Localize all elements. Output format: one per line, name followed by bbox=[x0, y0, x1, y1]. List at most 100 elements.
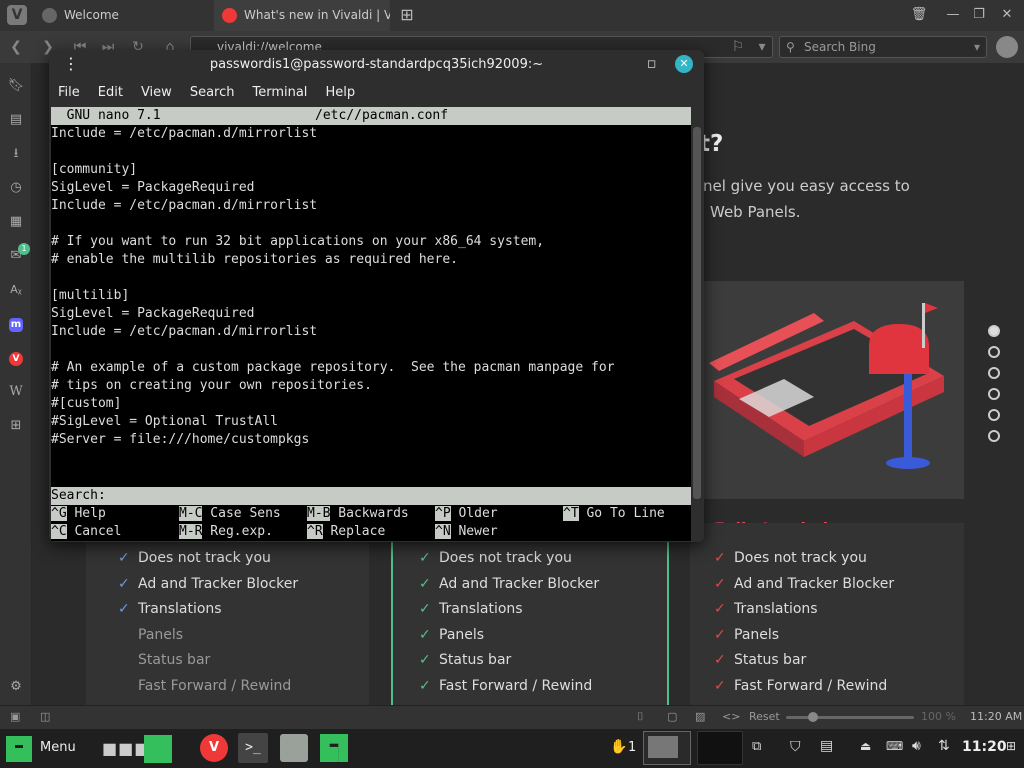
window-switcher-icon[interactable]: ⧉ bbox=[752, 739, 761, 754]
browser-status-bar: ▣ ◫ ⌷ ▢ ▨ <> Reset 100 % 11:20 AM bbox=[0, 705, 1024, 729]
new-tab-icon[interactable]: ⊞ bbox=[398, 6, 416, 24]
maximize-icon[interactable]: ❐ bbox=[970, 6, 988, 24]
nano-search-prompt[interactable]: Search: bbox=[51, 487, 691, 505]
minimize-icon[interactable]: — bbox=[944, 6, 962, 24]
nano-line: [community] bbox=[51, 162, 138, 177]
status-clock: 11:20 AM bbox=[970, 710, 1023, 723]
panel-toggle-icon[interactable]: ▣ bbox=[10, 710, 20, 723]
manjaro-settings-icon[interactable] bbox=[320, 734, 348, 762]
file-manager-icon[interactable] bbox=[144, 735, 172, 763]
shortcut-label: Go To Line bbox=[578, 506, 665, 521]
menu-edit[interactable]: Edit bbox=[89, 80, 132, 106]
wikipedia-icon[interactable]: W bbox=[7, 383, 25, 401]
menu-terminal[interactable]: Terminal bbox=[243, 80, 316, 106]
check-icon: ✓ bbox=[714, 575, 726, 592]
nano-shortcut: ^P Older bbox=[435, 505, 498, 523]
feature-item: ✓ Does not track you bbox=[419, 546, 667, 572]
nano-line: # An example of a custom package reposit… bbox=[51, 360, 615, 375]
terminal-close-icon[interactable]: ✕ bbox=[675, 55, 693, 73]
tile-icon[interactable]: ◫ bbox=[40, 710, 50, 723]
feature-label: Status bar bbox=[138, 652, 211, 668]
code-icon[interactable]: <> bbox=[722, 710, 740, 723]
search-prompt-label: Search: bbox=[51, 488, 106, 503]
history-icon[interactable]: ◷ bbox=[7, 179, 25, 197]
carousel-dot-6[interactable] bbox=[988, 430, 1000, 442]
nano-line: # tips on creating your own repositories… bbox=[51, 378, 372, 393]
manjaro-logo-icon[interactable] bbox=[6, 736, 32, 762]
nano-line: Include = /etc/pacman.d/mirrorlist bbox=[51, 126, 318, 141]
feature-label: Ad and Tracker Blocker bbox=[734, 575, 895, 592]
window-icon[interactable]: ▢ bbox=[667, 710, 677, 723]
terminal-taskbar-icon[interactable]: >_ bbox=[238, 733, 268, 763]
start-menu-button[interactable]: Menu bbox=[40, 740, 76, 755]
vivaldi-panel-icon[interactable]: V bbox=[7, 349, 25, 367]
zoom-slider-handle[interactable] bbox=[808, 712, 818, 722]
system-tray-expand-icon[interactable]: ⊞ bbox=[1006, 739, 1016, 753]
carousel-dot-1[interactable] bbox=[988, 325, 1000, 337]
clipboard-icon[interactable]: ▤ bbox=[820, 738, 833, 754]
nano-editor-screen[interactable]: GNU nano 7.1/etc//pacman.conf Include = … bbox=[51, 107, 691, 541]
carousel-dot-2[interactable] bbox=[988, 346, 1000, 358]
reset-zoom-button[interactable]: Reset bbox=[749, 710, 780, 723]
menu-file[interactable]: File bbox=[49, 80, 89, 106]
menu-search[interactable]: Search bbox=[181, 80, 244, 106]
archive-manager-icon[interactable] bbox=[280, 734, 308, 762]
carousel-dot-3[interactable] bbox=[988, 367, 1000, 379]
feature-list: ✓ Does not track you ✓ Ad and Tracker Block… bbox=[86, 523, 369, 699]
network-icon[interactable]: ⇅ bbox=[938, 738, 950, 754]
eject-icon[interactable]: ⏏ bbox=[860, 739, 871, 753]
search-field[interactable]: ⚲ Search Bing ▾ bbox=[779, 36, 987, 58]
translate-icon[interactable]: Aᵪ bbox=[7, 281, 25, 299]
camera-icon[interactable]: ⌷ bbox=[637, 710, 644, 724]
profile-avatar[interactable] bbox=[996, 36, 1018, 58]
feature-item: Fast Forward / Rewind bbox=[118, 674, 369, 700]
mastodon-icon[interactable]: m bbox=[7, 315, 25, 333]
image-icon[interactable]: ▨ bbox=[695, 710, 705, 723]
volume-icon[interactable]: 🔊︎ bbox=[912, 738, 921, 754]
chevron-down-icon[interactable]: ▾ bbox=[974, 37, 980, 57]
menu-help[interactable]: Help bbox=[316, 80, 364, 106]
menu-view[interactable]: View bbox=[132, 80, 181, 106]
tab-welcome[interactable]: Welcome bbox=[34, 0, 212, 31]
notes-icon[interactable]: ▦ bbox=[7, 213, 25, 231]
carousel-dot-5[interactable] bbox=[988, 409, 1000, 421]
nano-line: #Server = file:///home/custompkgs bbox=[51, 432, 310, 447]
downloads-icon[interactable]: ⭳ bbox=[7, 145, 25, 163]
terminal-scrollbar-thumb[interactable] bbox=[693, 127, 701, 499]
keyboard-icon[interactable]: ⌨ bbox=[886, 739, 903, 753]
terminal-maximize-icon[interactable]: ◻ bbox=[647, 57, 656, 70]
reading-list-icon[interactable]: ▤ bbox=[7, 111, 25, 129]
shield-icon[interactable]: ⛉ bbox=[790, 739, 801, 755]
feature-label: Fast Forward / Rewind bbox=[439, 677, 593, 694]
chevron-down-icon[interactable]: ▾ bbox=[752, 37, 772, 57]
terminal-window: ⋮ passwordis1@password-standardpcq35ich9… bbox=[49, 50, 704, 542]
feature-label: Translations bbox=[439, 601, 523, 617]
virtual-desktop-2[interactable] bbox=[697, 731, 743, 765]
shortcut-label: Replace bbox=[322, 524, 386, 539]
back-icon[interactable]: ❮ bbox=[6, 37, 26, 57]
globe-icon bbox=[42, 8, 57, 23]
shortcut-key: ^C bbox=[51, 524, 67, 539]
terminal-scrollbar[interactable] bbox=[692, 107, 702, 541]
nano-file-content: Include = /etc/pacman.d/mirrorlist [commu… bbox=[51, 125, 691, 485]
trash-icon[interactable]: 🗑 bbox=[910, 6, 928, 24]
bookmark-icon[interactable]: ⚐ bbox=[728, 37, 748, 57]
settings-icon[interactable]: ⚙ bbox=[7, 678, 25, 696]
tab-whats-new[interactable]: What's new in Vivaldi | Viva bbox=[214, 0, 390, 31]
bookmarks-icon[interactable]: 🔖︎ bbox=[7, 77, 25, 95]
nano-line: [multilib] bbox=[51, 288, 130, 303]
shortcut-label: Backwards bbox=[330, 506, 409, 521]
desktop-thumbnail bbox=[648, 736, 678, 758]
carousel-dot-4[interactable] bbox=[988, 388, 1000, 400]
close-icon[interactable]: ✕ bbox=[998, 6, 1016, 24]
add-panel-icon[interactable]: ⊞ bbox=[7, 417, 25, 435]
vivaldi-menu-icon[interactable]: V bbox=[7, 5, 27, 25]
kde-connect-icon[interactable]: ✋ bbox=[610, 739, 627, 755]
terminal-menubar: File Edit View Search Terminal Help bbox=[49, 80, 704, 106]
tab-label: What's new in Vivaldi | Viva bbox=[244, 8, 390, 22]
vivaldi-taskbar-icon[interactable]: V bbox=[200, 734, 228, 762]
nano-line: #[custom] bbox=[51, 396, 122, 411]
check-icon: ✓ bbox=[714, 550, 726, 566]
virtual-desktop-1[interactable] bbox=[643, 731, 691, 765]
zoom-slider[interactable] bbox=[786, 712, 914, 722]
